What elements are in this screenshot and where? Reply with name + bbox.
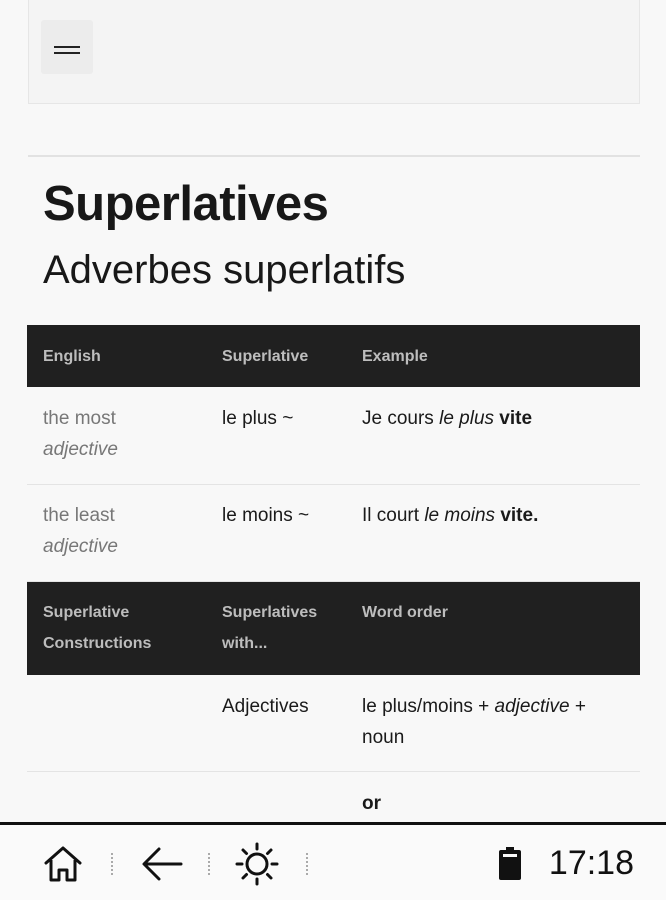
- column-header-constructions: Superlative Constructions: [43, 597, 151, 659]
- header-line: Superlatives: [222, 604, 318, 621]
- superlative-cell: le moins ~: [222, 505, 310, 526]
- brightness-icon[interactable]: [232, 825, 282, 900]
- word-order-text-italic: adjective: [494, 696, 570, 717]
- hamburger-menu-icon[interactable]: [41, 20, 93, 74]
- column-header-word-order: Word order: [362, 604, 448, 621]
- battery-icon: [498, 847, 522, 886]
- top-app-bar: [28, 0, 640, 104]
- clock: 17:18: [548, 844, 634, 882]
- column-header-with: Superlatives with...: [222, 597, 317, 659]
- column-header-superlative: Superlative: [222, 348, 309, 365]
- word-order-text: noun: [362, 727, 405, 748]
- english-text-italic: adjective: [43, 536, 118, 557]
- divider: [28, 155, 640, 157]
- example-text: Il court: [362, 505, 425, 526]
- table-row: the least adjective le moins ~ Il court …: [27, 485, 640, 582]
- home-icon[interactable]: [38, 825, 88, 900]
- table-row: the most adjective le plus ~ Je cours le…: [27, 387, 640, 485]
- column-header-english: English: [43, 348, 101, 365]
- separator: [306, 853, 308, 875]
- example-text-italic: le plus: [439, 408, 495, 429]
- table-header: English Superlative Example: [27, 325, 640, 387]
- example-cell: Il court le moins vite.: [362, 500, 538, 531]
- english-text-italic: adjective: [43, 439, 118, 460]
- english-text: the least: [43, 505, 115, 526]
- word-order-text: le plus/moins +: [362, 696, 495, 717]
- example-text-italic: le moins: [424, 505, 496, 526]
- separator: [111, 853, 113, 875]
- example-cell: Je cours le plus vite: [362, 403, 532, 434]
- table-header: Superlative Constructions Superlatives w…: [27, 582, 640, 675]
- word-order-cell: or: [362, 793, 381, 814]
- superlative-cell: le plus ~: [222, 408, 294, 429]
- header-line: Constructions: [43, 635, 152, 652]
- table-row: Adjectives le plus/moins + adjective + n…: [27, 675, 640, 772]
- header-line: with...: [222, 635, 268, 652]
- header-line: Superlative: [43, 604, 130, 621]
- superlatives-table: English Superlative Example the most adj…: [27, 325, 640, 832]
- word-order-cell: le plus/moins + adjective + noun: [362, 691, 586, 753]
- example-text-bold: vite: [494, 408, 533, 429]
- english-text: the most: [43, 408, 116, 429]
- with-cell: Adjectives: [222, 696, 309, 717]
- english-cell: the most adjective: [43, 403, 118, 465]
- bottom-toolbar: 17:18: [0, 822, 666, 900]
- column-header-example: Example: [362, 348, 428, 365]
- separator: [208, 853, 210, 875]
- page-title: Superlatives: [43, 177, 329, 231]
- example-text: Je cours: [362, 408, 440, 429]
- back-arrow-icon[interactable]: [137, 825, 187, 900]
- word-order-text: +: [569, 696, 586, 717]
- page-subtitle: Adverbes superlatifs: [43, 248, 406, 292]
- english-cell: the least adjective: [43, 500, 118, 562]
- example-text-bold: vite.: [495, 505, 539, 526]
